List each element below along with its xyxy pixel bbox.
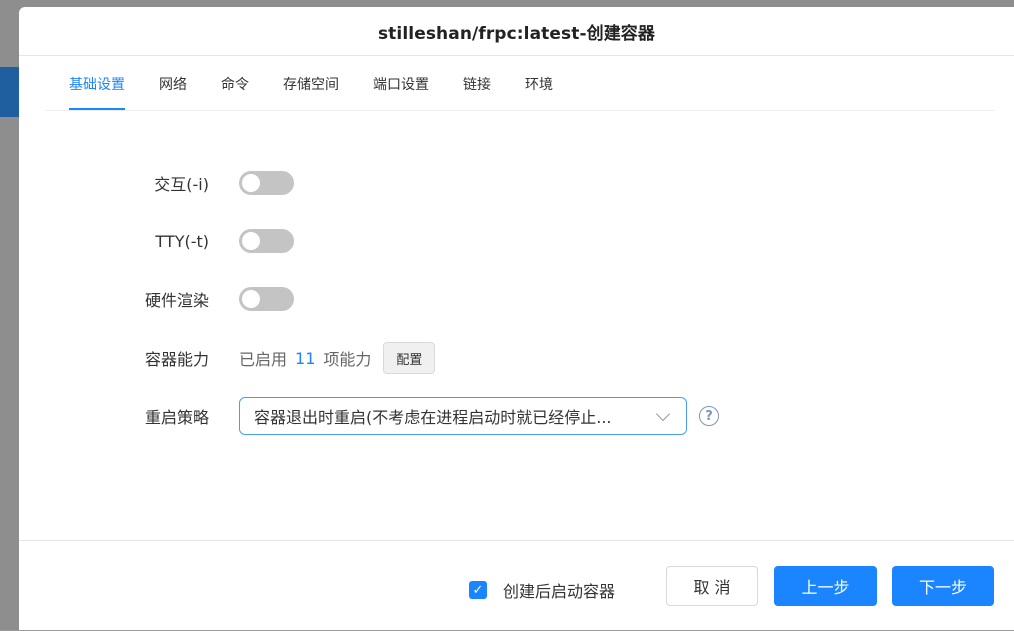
dialog-title: stilleshan/frpc:latest-创建容器 <box>377 23 656 44</box>
tab-basic-settings[interactable]: 基础设置 <box>69 58 125 110</box>
cancel-button[interactable]: 取 消 <box>666 566 758 606</box>
tab-storage[interactable]: 存储空间 <box>283 58 339 110</box>
toggle-knob <box>242 232 260 250</box>
help-icon[interactable]: ? <box>699 406 719 426</box>
tab-command[interactable]: 命令 <box>221 58 249 110</box>
create-container-dialog: stilleshan/frpc:latest-创建容器 基础设置 网络 命令 存… <box>19 7 1014 630</box>
toggle-knob <box>242 290 260 308</box>
row-restart-policy: 重启策略 容器退出时重启(不考虑在进程启动时就已经停止... ? <box>19 396 1014 436</box>
interactive-label: 交互(-i) <box>154 175 209 194</box>
row-hardware-render: 硬件渲染 <box>19 279 1014 319</box>
hardware-render-toggle[interactable] <box>239 287 294 311</box>
toggle-knob <box>242 174 260 192</box>
row-capabilities: 容器能力 已启用 11 项能力 配置 <box>19 338 1014 378</box>
capabilities-config-button[interactable]: 配置 <box>383 342 436 374</box>
start-after-create-label: 创建后启动容器 <box>503 582 616 601</box>
restart-policy-select[interactable]: 容器退出时重启(不考虑在进程启动时就已经停止... <box>239 397 687 435</box>
restart-policy-label: 重启策略 <box>144 408 209 427</box>
start-after-create-checkbox[interactable]: ✓ <box>469 581 487 599</box>
previous-step-button[interactable]: 上一步 <box>774 566 877 606</box>
tty-toggle[interactable] <box>239 229 294 253</box>
interactive-toggle[interactable] <box>239 171 294 195</box>
tab-bar: 基础设置 网络 命令 存储空间 端口设置 链接 环境 <box>45 56 995 111</box>
next-step-button[interactable]: 下一步 <box>892 566 994 606</box>
tab-links[interactable]: 链接 <box>463 58 491 110</box>
background-window-accent <box>0 67 19 117</box>
start-after-create-option[interactable]: ✓ 创建后启动容器 <box>469 578 615 602</box>
dialog-header: stilleshan/frpc:latest-创建容器 <box>19 7 1014 56</box>
capabilities-count: 11 <box>295 348 316 368</box>
capabilities-prefix: 已启用 <box>239 350 288 369</box>
row-tty: TTY(-t) <box>19 221 1014 261</box>
tab-environment[interactable]: 环境 <box>525 58 553 110</box>
hardware-render-label: 硬件渲染 <box>144 291 209 310</box>
capabilities-label: 容器能力 <box>144 350 209 369</box>
checkmark-icon: ✓ <box>472 582 484 598</box>
tty-label: TTY(-t) <box>155 231 209 251</box>
dialog-footer: ✓ 创建后启动容器 取 消 上一步 下一步 <box>19 540 1014 631</box>
row-interactive: 交互(-i) <box>19 163 1014 203</box>
capabilities-suffix: 项能力 <box>323 350 372 369</box>
tab-port-settings[interactable]: 端口设置 <box>373 58 429 110</box>
chevron-down-icon <box>655 406 671 422</box>
restart-policy-value: 容器退出时重启(不考虑在进程启动时就已经停止... <box>254 408 612 427</box>
tab-network[interactable]: 网络 <box>159 58 187 110</box>
